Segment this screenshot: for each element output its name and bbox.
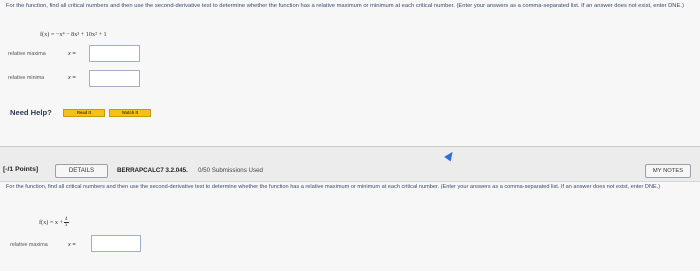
relative-maxima-equals: x = — [68, 51, 76, 57]
q2-relative-maxima-equals: x = — [68, 242, 76, 248]
relative-minima-label: relative minima — [8, 75, 45, 81]
read-it-button[interactable]: Read It — [63, 109, 105, 117]
q2-relative-maxima-input[interactable] — [91, 235, 141, 252]
question-2-fraction: 4x — [64, 217, 69, 228]
relative-minima-input[interactable] — [89, 70, 140, 87]
mouse-cursor-icon — [444, 149, 456, 162]
relative-minima-equals: x = — [68, 75, 76, 81]
details-button[interactable]: DETAILS — [55, 164, 108, 178]
watch-it-button[interactable]: Watch It — [109, 109, 151, 117]
my-notes-button[interactable]: MY NOTES — [645, 164, 691, 178]
question-1-function: f(x) = −x⁴ − 8x³ + 10x² + 1 — [40, 31, 107, 38]
submissions-used: 0/50 Submissions Used — [198, 167, 264, 174]
question-1-prompt: For the function, find all critical numb… — [6, 3, 684, 9]
question-2-points: [-/1 Points] — [3, 166, 39, 173]
question-2-function-left: f(x) = x + — [39, 218, 63, 226]
question-2-prompt: For the function, find all critical numb… — [6, 184, 661, 190]
question-divider — [0, 146, 700, 147]
relative-maxima-input[interactable] — [89, 45, 140, 62]
need-help-label: Need Help? — [10, 108, 52, 117]
relative-maxima-label: relative maxima — [8, 51, 46, 57]
question-2-panel — [0, 181, 700, 271]
question-2-fraction-denominator: x — [65, 223, 68, 228]
q2-relative-maxima-label: relative maxima — [10, 242, 48, 248]
question-2-function: f(x) = x +4 x — [39, 217, 69, 228]
question-2-course-id: BERRAPCALC7 3.2.045. — [117, 167, 188, 174]
